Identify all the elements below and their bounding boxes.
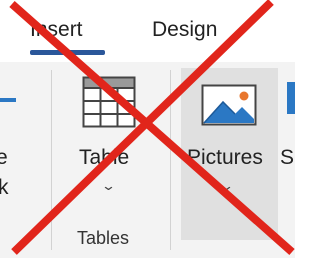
red-x-cross-icon: [9, 0, 295, 255]
